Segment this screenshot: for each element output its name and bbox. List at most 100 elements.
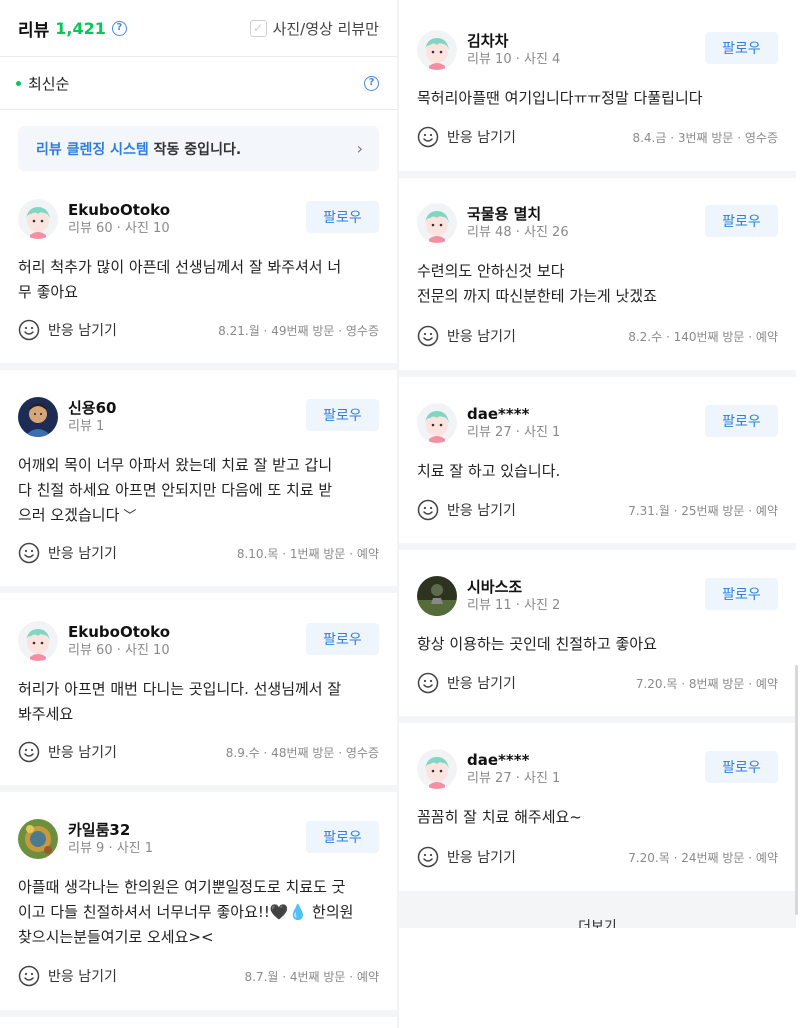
- avatar[interactable]: [417, 576, 457, 616]
- react-button[interactable]: 반응 남기기: [18, 542, 117, 564]
- review-text: 수련의도 안하신것 보다 전문의 까지 따신분한테 가는게 낫겠죠: [417, 259, 778, 309]
- author-name: dae****: [467, 751, 530, 769]
- avatar[interactable]: [18, 819, 58, 859]
- review-text-line: 무 좋아요: [18, 283, 78, 301]
- follow-button[interactable]: 팔로우: [705, 405, 778, 437]
- help-icon[interactable]: ?: [364, 75, 379, 91]
- review-author[interactable]: EkuboOtoko 리뷰 60 · 사진 10: [18, 619, 170, 663]
- photo-filter-label: 사진/영상 리뷰만: [272, 19, 379, 38]
- review-footer: 반응 남기기 7.20.목 · 24번째 방문 · 예약: [417, 845, 778, 869]
- react-button[interactable]: 반응 남기기: [417, 672, 516, 694]
- review-author[interactable]: dae**** 리뷰 27 · 사진 1: [417, 747, 560, 791]
- react-button[interactable]: 반응 남기기: [18, 741, 117, 763]
- react-button[interactable]: 반응 남기기: [18, 965, 117, 987]
- review-text: 꼼꼼히 잘 치료 해주세요~: [417, 805, 778, 830]
- review-card: EkuboOtoko 리뷰 60 · 사진 10 팔로우허리가 아프면 매번 다니는…: [0, 593, 397, 792]
- react-label: 반응 남기기: [48, 323, 117, 339]
- avatar[interactable]: [417, 403, 457, 443]
- banner-text: 작동 중입니다.: [148, 141, 242, 158]
- avatar[interactable]: [18, 397, 58, 437]
- review-author[interactable]: 카일룸32 리뷰 9 · 사진 1: [18, 817, 153, 861]
- review-text: 아플때 생각나는 한의원은 여기뿐일정도로 치료도 굿 이고 다들 친절하셔서 너…: [18, 875, 379, 950]
- review-text: 어깨외 목이 너무 아파서 왔는데 치료 잘 받고 갑니 다 친절 하세요 아프면…: [18, 453, 379, 529]
- review-text: 목허리아플땐 여기입니다ㅠㅠ정말 다풀립니다: [417, 86, 778, 111]
- react-button[interactable]: 반응 남기기: [417, 499, 516, 521]
- cleansing-banner[interactable]: 리뷰 클렌징 시스템 작동 중입니다. ›: [18, 126, 379, 171]
- more-button[interactable]: 더보기: [399, 898, 796, 928]
- review-text-line: 이고 다들 친절하셔서 너무너무 좋아요!!🖤💧 한의원: [18, 903, 354, 921]
- review-text-line: 다 친절 하세요 아프면 안되지만 다음에 또 치료 받: [18, 481, 333, 499]
- react-label: 반응 남기기: [447, 676, 516, 692]
- react-label: 반응 남기기: [447, 503, 516, 519]
- more-label: 더보기: [578, 919, 617, 928]
- visit-info: 8.7.월 · 4번째 방문 · 예약: [244, 969, 379, 984]
- react-label: 반응 남기기: [48, 969, 117, 985]
- avatar[interactable]: [18, 621, 58, 661]
- smile-icon: [18, 319, 40, 341]
- follow-button[interactable]: 팔로우: [306, 201, 379, 233]
- react-label: 반응 남기기: [447, 329, 516, 345]
- review-footer: 반응 남기기 8.4.금 · 3번째 방문 · 영수증: [417, 125, 778, 149]
- react-button[interactable]: 반응 남기기: [417, 846, 516, 868]
- follow-button[interactable]: 팔로우: [705, 578, 778, 610]
- check-icon[interactable]: ✓: [249, 19, 267, 37]
- author-stats: 리뷰 27 · 사진 1: [467, 771, 561, 786]
- author-name: 국물용 멸치: [467, 205, 542, 223]
- review-author[interactable]: 국물용 멸치 리뷰 48 · 사진 26: [417, 201, 569, 245]
- smile-icon: [417, 499, 439, 521]
- chevron-down-icon[interactable]: ﹀: [123, 504, 136, 529]
- review-author[interactable]: EkuboOtoko 리뷰 60 · 사진 10: [18, 197, 170, 241]
- review-text-line: 수련의도 안하신것 보다: [417, 262, 565, 280]
- react-button[interactable]: 반응 남기기: [417, 126, 516, 148]
- author-name: 신용60: [68, 399, 117, 417]
- help-icon[interactable]: ?: [111, 20, 127, 36]
- follow-button[interactable]: 팔로우: [306, 821, 379, 853]
- reviews-panel-left: 리뷰 1,421 ? ✓ 사진/영상 리뷰만 최신순 ? 리뷰 클렌징 시스템 …: [0, 0, 397, 1028]
- avatar[interactable]: [417, 30, 457, 70]
- review-footer: 반응 남기기 8.9.수 · 48번째 방문 · 영수증: [18, 740, 379, 764]
- avatar[interactable]: [417, 203, 457, 243]
- visit-info: 7.20.목 · 24번째 방문 · 예약: [628, 850, 778, 865]
- review-text-line: 으러 오겠습니다: [18, 506, 120, 524]
- review-text-line: 봐주세요: [18, 705, 74, 723]
- follow-button[interactable]: 팔로우: [306, 399, 379, 431]
- photo-filter-toggle[interactable]: ✓ 사진/영상 리뷰만: [249, 18, 379, 39]
- scrollbar[interactable]: [795, 665, 798, 915]
- sort-label: 최신순: [28, 74, 70, 93]
- smile-icon: [18, 542, 40, 564]
- review-text-line: 꼼꼼히 잘 치료 해주세요~: [417, 808, 582, 826]
- review-card: dae**** 리뷰 27 · 사진 1 팔로우치료 잘 하고 있습니다. 반응 남기…: [399, 377, 796, 550]
- sort-bar: 최신순 ?: [0, 57, 397, 110]
- review-author[interactable]: dae**** 리뷰 27 · 사진 1: [417, 401, 560, 445]
- author-name: dae****: [467, 405, 530, 423]
- author-stats: 리뷰 11 · 사진 2: [467, 598, 561, 613]
- review-text: 허리 척추가 많이 아픈데 선생님께서 잘 봐주셔서 너무 좋아요: [18, 255, 379, 305]
- review-header: 리뷰 1,421 ? ✓ 사진/영상 리뷰만: [0, 0, 397, 57]
- review-card: 신용60 리뷰 1 팔로우어깨외 목이 너무 아파서 왔는데 치료 잘 받고 갑니 다…: [0, 370, 397, 593]
- react-button[interactable]: 반응 남기기: [18, 319, 117, 341]
- review-footer: 반응 남기기 8.2.수 · 140번째 방문 · 예약: [417, 324, 778, 348]
- review-footer: 반응 남기기 7.31.월 · 25번째 방문 · 예약: [417, 498, 778, 522]
- review-author[interactable]: 시바스조 리뷰 11 · 사진 2: [417, 574, 560, 618]
- review-text-line: 목허리아플땐 여기입니다ㅠㅠ정말 다풀립니다: [417, 89, 703, 107]
- follow-button[interactable]: 팔로우: [705, 32, 778, 64]
- review-card: dae**** 리뷰 27 · 사진 1 팔로우꼼꼼히 잘 치료 해주세요~ 반응 남…: [399, 723, 796, 898]
- sort-dropdown[interactable]: 최신순: [16, 73, 69, 94]
- author-stats: 리뷰 60 · 사진 10: [68, 643, 170, 658]
- review-text: 허리가 아프면 매번 다니는 곳입니다. 선생님께서 잘 봐주세요: [18, 677, 379, 727]
- review-author[interactable]: 신용60 리뷰 1: [18, 395, 116, 439]
- follow-button[interactable]: 팔로우: [705, 751, 778, 783]
- follow-button[interactable]: 팔로우: [306, 623, 379, 655]
- react-button[interactable]: 반응 남기기: [417, 325, 516, 347]
- avatar[interactable]: [417, 749, 457, 789]
- review-text: 치료 잘 하고 있습니다.: [417, 459, 778, 484]
- visit-info: 7.20.목 · 8번째 방문 · 예약: [635, 676, 778, 691]
- review-text-line: 허리 척추가 많이 아픈데 선생님께서 잘 봐주셔서 너: [18, 258, 342, 276]
- avatar[interactable]: [18, 199, 58, 239]
- review-author[interactable]: 김차차 리뷰 10 · 사진 4: [417, 28, 560, 72]
- visit-info: 8.21.월 · 49번째 방문 · 영수증: [218, 323, 379, 338]
- review-text-line: 찾으시는분들여기로 오세요><: [18, 928, 214, 946]
- smile-icon: [18, 965, 40, 987]
- follow-button[interactable]: 팔로우: [705, 205, 778, 237]
- visit-info: 8.9.수 · 48번째 방문 · 영수증: [225, 745, 379, 760]
